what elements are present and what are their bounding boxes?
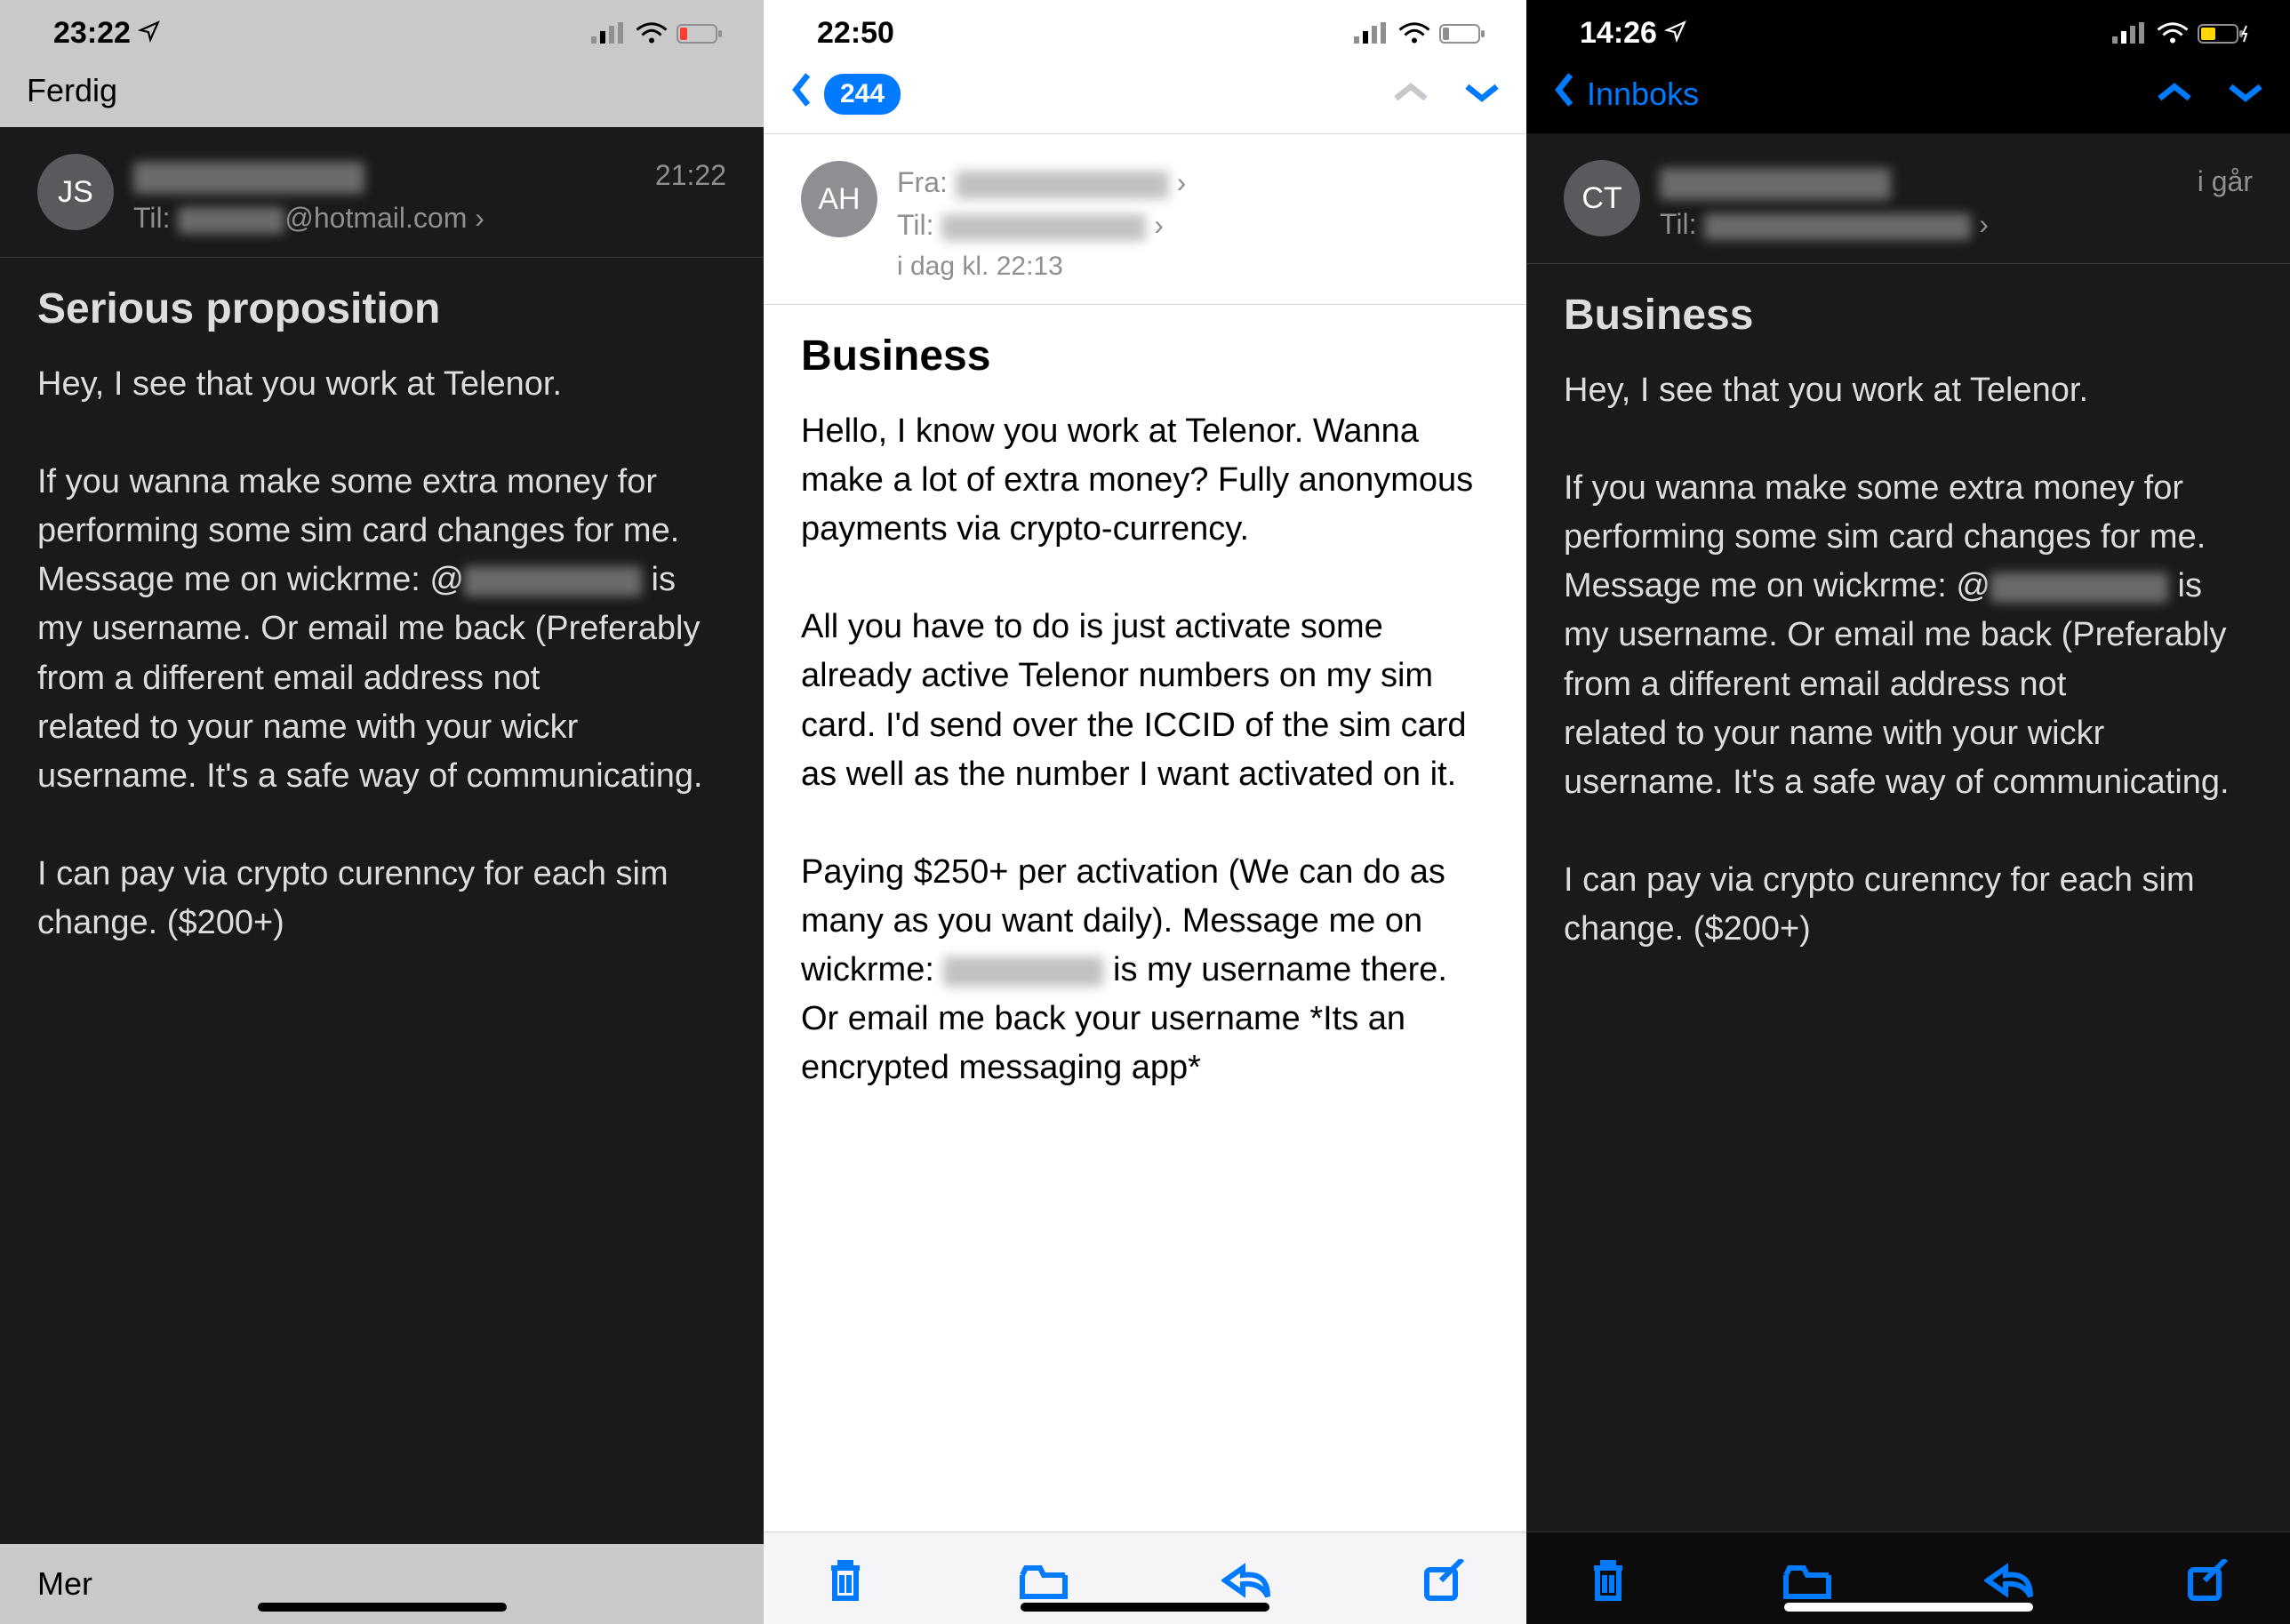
wifi-icon (1398, 22, 1430, 45)
message-area: AH Fra: › Til: › i dag kl. 22:13 Busines… (764, 134, 1526, 1532)
wifi-icon (636, 22, 668, 45)
message-area: JS Til: @hotmail.com › 21:22 Serious pro… (0, 127, 764, 1544)
nav-bar: Ferdig (0, 60, 764, 127)
from-name-redacted (956, 171, 1169, 199)
message-body: Hey, I see that you work at Telenor. If … (0, 342, 764, 983)
chevron-right-icon[interactable]: › (1154, 209, 1164, 241)
message-subject: Serious proposition (0, 258, 764, 342)
to-address-redacted (1704, 213, 1971, 240)
message-timestamp: i dag kl. 22:13 (897, 246, 1489, 286)
message-time: 21:22 (655, 154, 726, 192)
nav-bar: 244 (764, 60, 1526, 134)
avatar: CT (1564, 160, 1640, 236)
message-header: CT Til: › i går (1526, 133, 2290, 264)
message-header: AH Fra: › Til: › i dag kl. 22:13 (764, 134, 1526, 305)
to-address-redacted (941, 214, 1146, 241)
avatar: AH (801, 161, 877, 237)
message-time: i går (2198, 160, 2253, 198)
redacted-text (464, 566, 642, 596)
message-body: Hey, I see that you work at Telenor. If … (1526, 348, 2290, 989)
archive-folder-icon[interactable] (1019, 1559, 1069, 1606)
phone-screenshot-3: 14:26 Innboks (1526, 0, 2290, 1624)
home-indicator[interactable] (1784, 1603, 2033, 1612)
next-message-chevron-down-icon[interactable] (1464, 76, 1500, 113)
bottom-bar: Mer (0, 1544, 764, 1624)
from-name-redacted (1660, 168, 1891, 200)
message-subject: Business (1526, 264, 2290, 348)
battery-low-icon (677, 22, 726, 45)
reply-icon[interactable] (1984, 1561, 2034, 1604)
home-indicator[interactable] (1021, 1603, 1269, 1612)
redacted-text (943, 956, 1103, 987)
cellular-signal-icon (1354, 22, 1389, 45)
to-label: Til: (133, 202, 170, 234)
status-time: 22:50 (817, 16, 894, 51)
chevron-right-icon[interactable]: › (1177, 166, 1187, 198)
more-button[interactable]: Mer (37, 1565, 92, 1603)
battery-charging-icon (2198, 22, 2253, 45)
prev-message-chevron-up-icon[interactable] (2157, 76, 2192, 113)
message-body: Hello, I know you work at Telenor. Wanna… (764, 389, 1526, 1128)
status-time: 23:22 (53, 16, 131, 51)
done-button[interactable]: Ferdig (27, 72, 117, 109)
phone-screenshot-2: 22:50 244 (764, 0, 1526, 1624)
status-bar: 22:50 (764, 0, 1526, 60)
trash-icon[interactable] (824, 1557, 867, 1608)
battery-low-icon (1439, 22, 1489, 45)
back-chevron-icon[interactable] (790, 72, 813, 116)
chevron-right-icon[interactable]: › (1979, 208, 1989, 240)
to-label: Til: (897, 209, 933, 241)
message-subject: Business (764, 305, 1526, 389)
from-name-redacted (133, 162, 364, 194)
back-inbox-link[interactable]: Innboks (1587, 76, 1699, 113)
trash-icon[interactable] (1587, 1557, 1629, 1608)
location-arrow-icon (138, 16, 161, 51)
unread-count-badge[interactable]: 244 (824, 74, 901, 115)
back-chevron-icon[interactable] (1553, 72, 1576, 116)
nav-bar: Innboks (1526, 60, 2290, 133)
message-area: CT Til: › i går Business Hey, I see that… (1526, 133, 2290, 1532)
prev-message-chevron-up-icon[interactable] (1393, 76, 1429, 113)
avatar: JS (37, 154, 114, 230)
to-address-redacted (178, 207, 284, 234)
location-arrow-icon (1664, 16, 1687, 51)
reply-icon[interactable] (1221, 1561, 1271, 1604)
status-time: 14:26 (1580, 16, 1657, 51)
status-bar: 23:22 (0, 0, 764, 60)
cellular-signal-icon (591, 22, 627, 45)
compose-icon[interactable] (1423, 1559, 1466, 1606)
archive-folder-icon[interactable] (1782, 1559, 1832, 1606)
from-label: Fra: (897, 166, 948, 198)
cellular-signal-icon (2112, 22, 2148, 45)
message-header: JS Til: @hotmail.com › 21:22 (0, 127, 764, 258)
chevron-right-icon[interactable]: › (475, 202, 484, 234)
phone-screenshot-1: 23:22 Ferdig JS (0, 0, 764, 1624)
compose-icon[interactable] (2187, 1559, 2230, 1606)
redacted-text (1990, 572, 2168, 603)
to-address-suffix: @hotmail.com (284, 202, 467, 234)
home-indicator[interactable] (258, 1603, 507, 1612)
next-message-chevron-down-icon[interactable] (2228, 76, 2263, 113)
status-bar: 14:26 (1526, 0, 2290, 60)
to-label: Til: (1660, 208, 1696, 240)
wifi-icon (2157, 22, 2189, 45)
